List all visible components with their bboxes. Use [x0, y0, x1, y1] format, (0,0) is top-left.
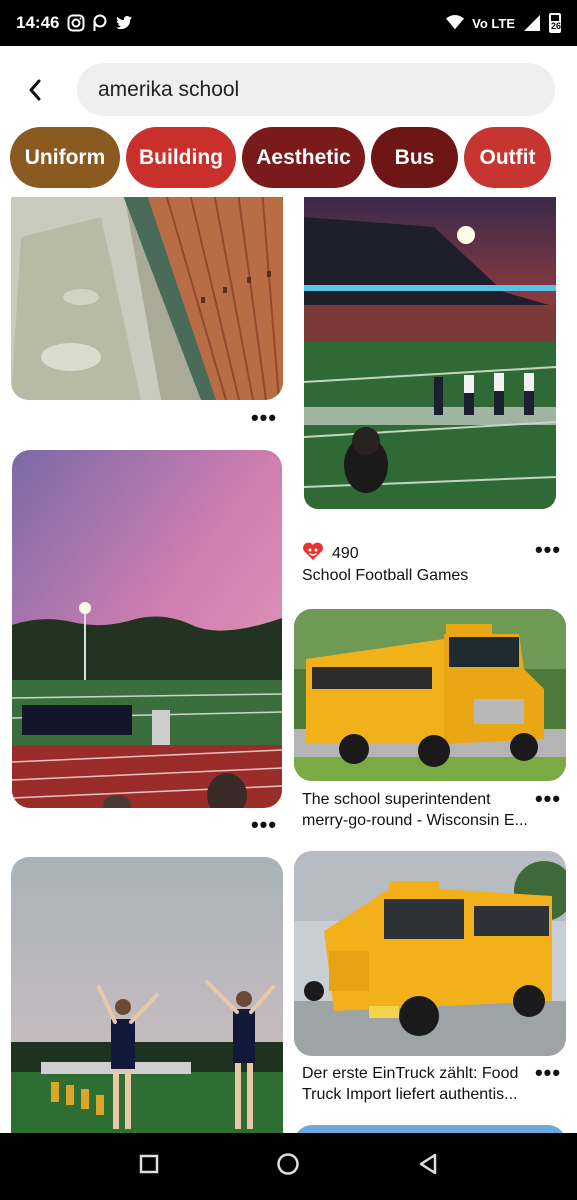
chip-uniform[interactable]: Uniform — [10, 127, 120, 188]
system-nav-bar — [0, 1133, 577, 1200]
signal-icon — [523, 14, 541, 32]
pin-image-school-bus-2[interactable] — [294, 851, 566, 1056]
more-options-button[interactable]: ••• — [533, 1062, 563, 1084]
instagram-icon — [67, 14, 85, 32]
circle-icon — [277, 1153, 300, 1175]
pin-title[interactable]: Der erste EinTruck zählt: Food Truck Imp… — [302, 1063, 532, 1105]
pin-image-sunset-field[interactable] — [12, 450, 282, 808]
pin-feed: ••• 490 ••• School Football Games ••• Th… — [0, 197, 577, 1133]
pin-image-hallway-lockers[interactable] — [11, 197, 283, 400]
home-button[interactable] — [276, 1152, 300, 1181]
network-label: Vo LTE — [472, 15, 515, 31]
pin-reactions: 490 — [302, 540, 359, 567]
battery-level: 26 — [551, 21, 562, 31]
back-nav-button[interactable] — [418, 1153, 438, 1180]
search-input[interactable]: amerika school — [77, 63, 555, 116]
search-query: amerika school — [98, 77, 240, 101]
heart-eyes-reaction-icon — [302, 540, 324, 567]
more-options-button[interactable]: ••• — [249, 814, 279, 836]
recents-button[interactable] — [139, 1154, 159, 1179]
battery-icon: 26 — [549, 13, 561, 33]
chip-aesthetic[interactable]: Aesthetic — [242, 127, 365, 188]
more-options-button[interactable]: ••• — [533, 788, 563, 810]
filter-chips: Uniform Building Aesthetic Bus Outfit — [10, 127, 551, 188]
pin-image-school-bus-1[interactable] — [294, 609, 566, 781]
back-arrow-icon — [29, 79, 41, 101]
pin-image-next[interactable] — [294, 1125, 566, 1133]
search-header: amerika school — [0, 60, 577, 120]
twitter-icon — [115, 14, 133, 32]
reaction-count: 490 — [332, 544, 359, 562]
more-options-button[interactable]: ••• — [249, 407, 279, 429]
triangle-back-icon — [419, 1153, 437, 1175]
chip-building[interactable]: Building — [126, 127, 236, 188]
picsart-icon — [91, 14, 109, 32]
status-bar: 14:46 Vo LTE 26 — [0, 0, 577, 46]
status-time: 14:46 — [16, 13, 60, 32]
pin-image-cheerleaders[interactable] — [11, 857, 283, 1133]
square-icon — [139, 1154, 159, 1174]
pin-image-football-stadium[interactable] — [304, 197, 556, 509]
notification-icons — [67, 14, 133, 32]
pin-title[interactable]: School Football Games — [302, 565, 532, 586]
system-icons: Vo LTE 26 — [446, 13, 561, 33]
back-button[interactable] — [0, 60, 70, 120]
more-options-button[interactable]: ••• — [533, 539, 563, 561]
pin-title[interactable]: The school superintendent merry-go-round… — [302, 789, 532, 831]
chip-outfit[interactable]: Outfit — [464, 127, 551, 188]
wifi-icon — [446, 14, 465, 32]
chip-bus[interactable]: Bus — [371, 127, 458, 188]
